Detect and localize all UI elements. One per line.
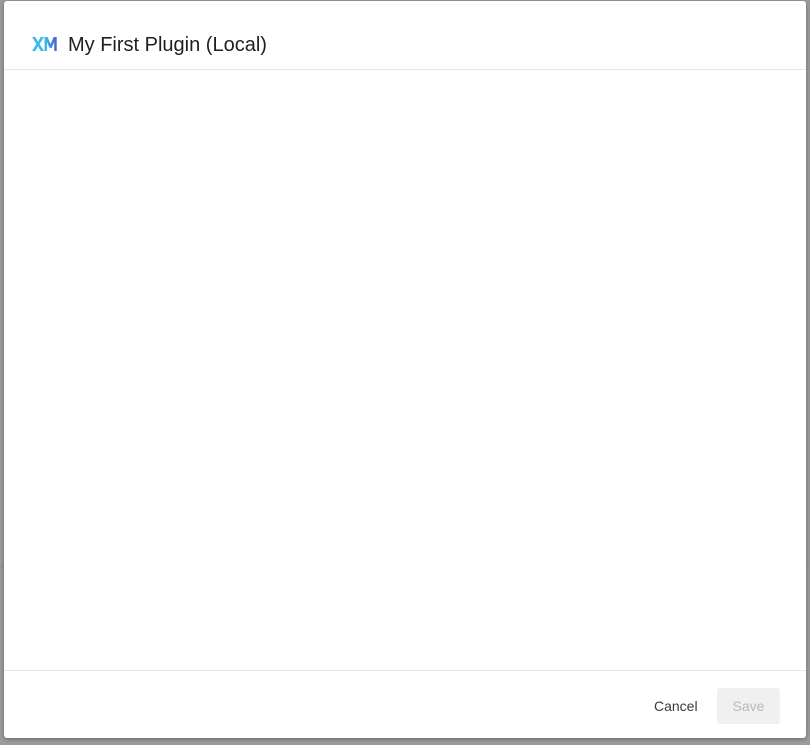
dialog-body [4, 70, 806, 670]
cancel-button[interactable]: Cancel [644, 688, 708, 724]
dialog-footer: Cancel Save [4, 670, 806, 738]
xm-logo-icon [32, 37, 57, 51]
save-button[interactable]: Save [717, 688, 780, 724]
plugin-dialog: My First Plugin (Local) Cancel Save [4, 1, 806, 738]
dialog-title: My First Plugin (Local) [68, 34, 267, 56]
dialog-header: My First Plugin (Local) [4, 1, 806, 70]
